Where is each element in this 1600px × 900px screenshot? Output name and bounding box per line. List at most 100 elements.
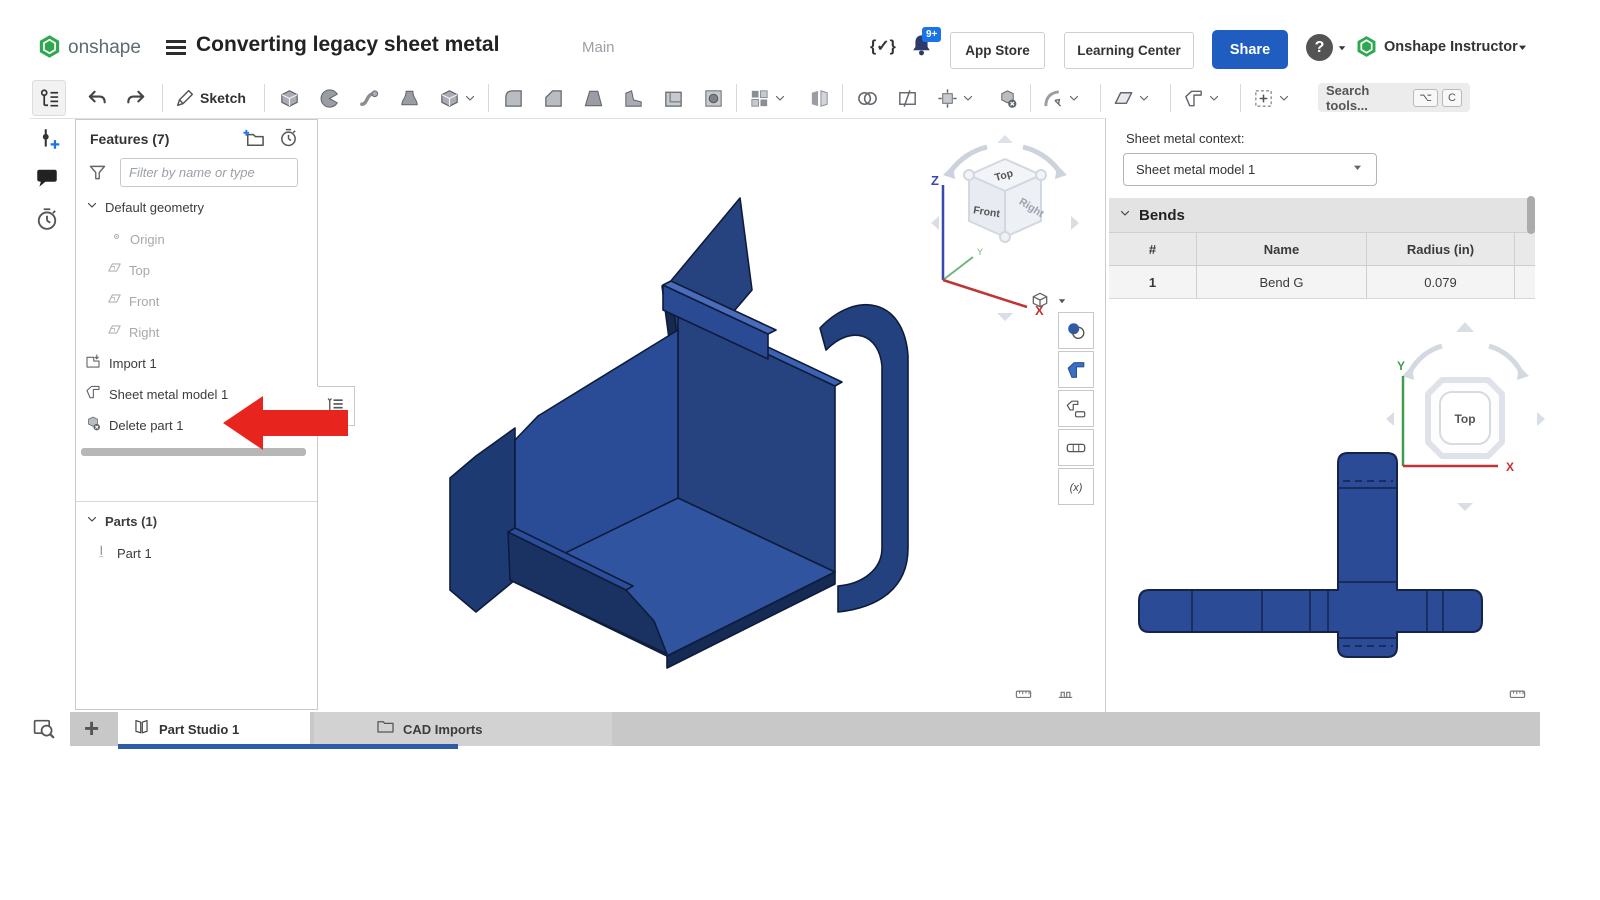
variables-button[interactable]	[1058, 468, 1094, 505]
history-icon[interactable]	[34, 206, 60, 237]
search-tools-button[interactable]: Search tools... ⌥ C	[1318, 83, 1470, 112]
shell-icon[interactable]	[662, 87, 685, 115]
hamburger-menu-icon[interactable]	[166, 37, 186, 58]
view-options-cube-icon[interactable]	[1030, 290, 1050, 315]
bends-table-row[interactable]: 1 Bend G 0.079	[1109, 266, 1535, 299]
workspace-name[interactable]: Main	[582, 39, 615, 56]
flat-axis-x-label: X	[1506, 460, 1514, 474]
shortcut-key-option: ⌥	[1413, 89, 1438, 107]
loft-icon[interactable]	[398, 87, 421, 115]
modify-fillet-icon[interactable]	[1042, 87, 1065, 115]
axis-z-label: Z	[931, 173, 939, 188]
flat-pattern[interactable]	[1112, 445, 1492, 670]
surface-icon[interactable]	[1112, 87, 1135, 115]
split-icon[interactable]	[896, 87, 919, 115]
mate-connector-add-icon[interactable]	[36, 126, 62, 157]
bends-section-header[interactable]: Bends	[1109, 198, 1535, 232]
boolean-icon[interactable]	[856, 87, 879, 115]
revolve-icon[interactable]	[318, 87, 341, 115]
thicken-icon[interactable]	[438, 87, 461, 115]
thicken-caret-icon[interactable]	[464, 91, 476, 109]
tree-item-sheet-metal-model[interactable]: Sheet metal model 1	[84, 383, 228, 406]
flat-view-button[interactable]	[1058, 429, 1094, 466]
tree-item-delete-part[interactable]: Delete part 1	[84, 414, 183, 437]
bend-radius: 0.079	[1367, 266, 1515, 298]
column-header-name[interactable]: Name	[1197, 233, 1367, 265]
select-caret-icon	[1351, 161, 1364, 179]
combined-view-button[interactable]	[1058, 390, 1094, 427]
filter-funnel-icon[interactable]	[87, 162, 108, 188]
sheet-metal-caret-icon[interactable]	[1208, 91, 1220, 109]
mate-connector-caret-icon[interactable]	[1278, 91, 1290, 109]
featurescript-icon[interactable]: {✓}	[870, 36, 896, 56]
plane-icon	[106, 321, 123, 343]
new-folder-icon[interactable]	[242, 127, 265, 155]
column-header-radius[interactable]: Radius (in)	[1367, 233, 1515, 265]
transform-icon[interactable]	[936, 87, 959, 115]
mate-connector-icon[interactable]	[1252, 87, 1275, 115]
appearance-button[interactable]	[1058, 312, 1094, 349]
fillet-icon[interactable]	[502, 87, 525, 115]
tree-item-front-plane[interactable]: Front	[106, 290, 159, 312]
app-store-button[interactable]: App Store	[950, 32, 1045, 69]
delete-part-feature-icon	[84, 414, 102, 437]
panel-scrollbar-thumb[interactable]	[1527, 196, 1535, 234]
rib-icon[interactable]	[622, 87, 645, 115]
tab-cad-imports[interactable]: CAD Imports	[314, 712, 612, 746]
column-header-num[interactable]: #	[1109, 233, 1197, 265]
account-caret-icon[interactable]	[1516, 41, 1529, 59]
linear-pattern-icon[interactable]	[748, 87, 771, 115]
mirror-icon[interactable]	[808, 87, 831, 115]
redo-icon[interactable]	[124, 87, 147, 115]
bends-title: Bends	[1139, 207, 1185, 224]
transform-caret-icon[interactable]	[962, 91, 974, 109]
chamfer-icon[interactable]	[542, 87, 565, 115]
folded-view-button[interactable]	[1058, 351, 1094, 388]
view-options-caret-icon[interactable]	[1056, 294, 1068, 312]
sheet-metal-feature-icon	[84, 383, 102, 406]
modify-caret-icon[interactable]	[1068, 91, 1080, 109]
tree-item-part-1[interactable]: Part 1	[94, 543, 152, 564]
parts-section-header[interactable]: Parts (1)	[86, 512, 157, 530]
tab-bar: + Part Studio 1 CAD Imports	[70, 712, 1540, 746]
undo-icon[interactable]	[86, 87, 109, 115]
chevron-down-icon[interactable]	[86, 512, 98, 530]
rollback-history-icon[interactable]	[278, 127, 299, 153]
tree-item-default-geometry[interactable]: Default geometry	[86, 198, 204, 216]
tree-item-import[interactable]: Import 1	[84, 352, 157, 375]
preview-search-icon[interactable]	[32, 716, 57, 746]
context-select[interactable]: Sheet metal model 1	[1123, 153, 1377, 186]
sketch-pencil-icon[interactable]	[174, 87, 196, 114]
help-button[interactable]: ?	[1306, 34, 1333, 61]
tree-item-right-plane[interactable]: Right	[106, 321, 159, 343]
sheet-metal-part-3d[interactable]	[420, 160, 920, 680]
add-tab-button[interactable]: +	[84, 711, 99, 745]
tab-part-studio[interactable]: Part Studio 1	[118, 712, 310, 746]
flat-scale-ruler-icon	[1508, 684, 1527, 708]
delete-part-icon[interactable]	[996, 87, 1019, 115]
sweep-icon[interactable]	[358, 87, 381, 115]
onshape-logo-text[interactable]: onshape	[68, 37, 141, 59]
chevron-down-icon[interactable]	[1119, 206, 1131, 224]
learning-center-button[interactable]: Learning Center	[1064, 32, 1194, 69]
help-caret-icon[interactable]	[1336, 41, 1348, 59]
document-title: Converting legacy sheet metal	[196, 33, 499, 57]
chevron-down-icon[interactable]	[86, 198, 98, 216]
draft-icon[interactable]	[582, 87, 605, 115]
sheet-metal-icon[interactable]	[1182, 87, 1205, 115]
context-label: Sheet metal context:	[1126, 131, 1245, 146]
tree-item-origin[interactable]: Origin	[109, 229, 165, 249]
extrude-icon[interactable]	[278, 87, 301, 115]
pattern-caret-icon[interactable]	[774, 91, 786, 109]
feature-tree-toggle-button[interactable]	[32, 80, 66, 116]
sketch-button[interactable]: Sketch	[200, 90, 246, 106]
onshape-logo-icon[interactable]	[36, 33, 63, 65]
comment-icon[interactable]	[34, 166, 60, 197]
filter-input[interactable]	[120, 158, 298, 187]
app-window: onshape Converting legacy sheet metal Ma…	[0, 0, 1600, 900]
share-button[interactable]: Share	[1212, 30, 1288, 69]
tree-item-top-plane[interactable]: Top	[106, 259, 150, 281]
hole-icon[interactable]	[702, 87, 725, 115]
account-menu[interactable]: Onshape Instructor	[1384, 39, 1518, 55]
surface-caret-icon[interactable]	[1138, 91, 1150, 109]
